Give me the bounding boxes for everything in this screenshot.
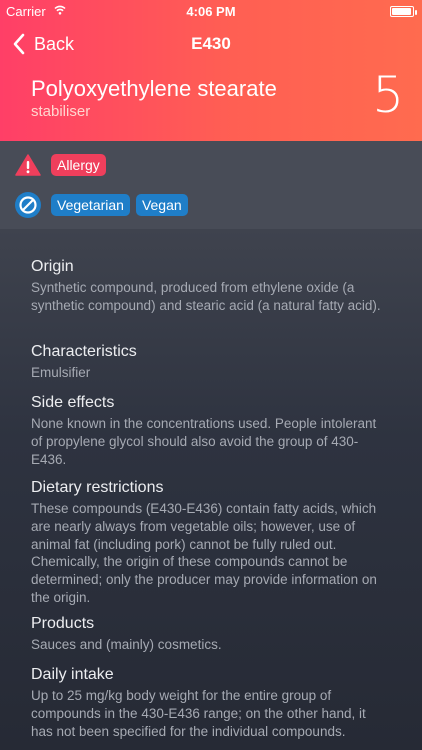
allergy-row: Allergy bbox=[14, 151, 112, 179]
section-heading: Characteristics bbox=[31, 343, 137, 360]
detail-header: Carrier 4:06 PM Back E430 Polyoxyethylen… bbox=[0, 0, 422, 141]
section-heading: Side effects bbox=[31, 394, 115, 411]
section-heading: Daily intake bbox=[31, 666, 114, 683]
section-dietary-restrictions: Dietary restrictions These compounds (E4… bbox=[31, 479, 391, 607]
section-characteristics: Characteristics Emulsifier bbox=[31, 343, 391, 382]
nav-title: E430 bbox=[191, 34, 231, 53]
diet-tag-vegan: Vegan bbox=[135, 194, 188, 216]
additive-category: stabiliser bbox=[31, 103, 91, 120]
section-heading: Products bbox=[31, 615, 95, 632]
score-value: 5 bbox=[372, 66, 404, 124]
section-daily-intake: Daily intake Up to 25 mg/kg body weight … bbox=[31, 666, 391, 740]
warnings-panel: Allergy Vegetarian Vegan bbox=[0, 141, 422, 229]
section-body: Synthetic compound, produced from ethyle… bbox=[31, 280, 381, 313]
section-body: These compounds (E430-E436) contain fatt… bbox=[31, 501, 377, 605]
details-content[interactable]: Origin Synthetic compound, produced from… bbox=[0, 229, 422, 750]
warning-triangle-icon bbox=[14, 151, 42, 179]
nav-bar: Back E430 bbox=[0, 30, 422, 58]
section-origin: Origin Synthetic compound, produced from… bbox=[31, 258, 391, 315]
section-body: None known in the concentrations used. P… bbox=[31, 416, 377, 467]
additive-name: Polyoxyethylene stearate bbox=[31, 76, 277, 101]
battery-icon bbox=[390, 6, 417, 17]
section-side-effects: Side effects None known in the concentra… bbox=[31, 394, 391, 468]
status-bar: Carrier 4:06 PM bbox=[0, 0, 422, 22]
section-heading: Dietary restrictions bbox=[31, 479, 164, 496]
section-body: Sauces and (mainly) cosmetics. bbox=[31, 637, 222, 652]
section-body: Up to 25 mg/kg body weight for the entir… bbox=[31, 688, 366, 739]
diet-row: Vegetarian Vegan bbox=[14, 191, 194, 219]
clock: 4:06 PM bbox=[186, 4, 236, 19]
allergy-tag: Allergy bbox=[51, 154, 106, 176]
section-heading: Origin bbox=[31, 258, 74, 275]
section-body: Emulsifier bbox=[31, 365, 91, 380]
section-products: Products Sauces and (mainly) cosmetics. bbox=[31, 615, 391, 654]
prohibited-icon bbox=[14, 191, 42, 219]
diet-tag-vegetarian: Vegetarian bbox=[51, 194, 130, 216]
